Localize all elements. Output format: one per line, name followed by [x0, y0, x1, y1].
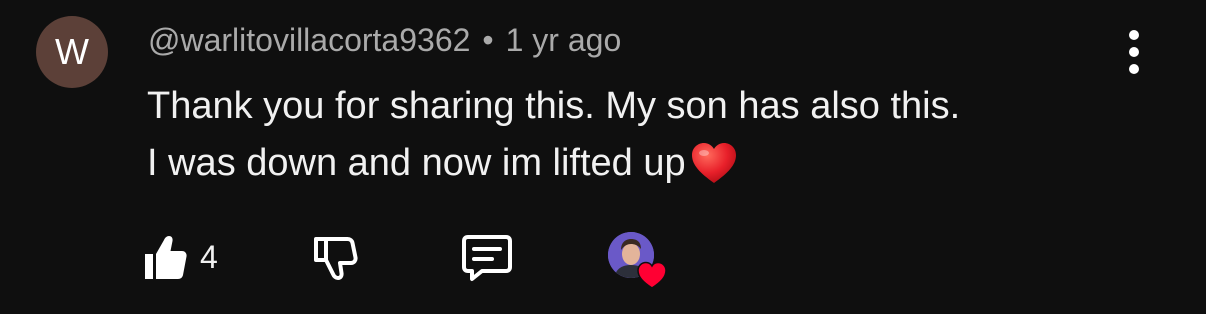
timestamp[interactable]: 1 yr ago [506, 22, 622, 58]
thumbs-down-icon [314, 237, 358, 280]
comment-text-line-1: Thank you for sharing this. My son has a… [147, 85, 961, 127]
more-vertical-icon[interactable] [1116, 30, 1152, 74]
reply-button[interactable] [460, 232, 514, 282]
comment-icon [462, 235, 512, 281]
menu-dot [1129, 64, 1139, 74]
comment-text: Thank you for sharing this. My son has a… [147, 78, 960, 192]
comment-text-line-2-text: I was down and now im lifted up [147, 142, 686, 184]
like-count: 4 [200, 238, 218, 275]
comment-text-line-2: I was down and now im lifted up [147, 135, 960, 192]
avatar-letter: W [55, 31, 89, 72]
separator-dot: • [482, 22, 494, 58]
menu-dot [1129, 47, 1139, 57]
dislike-button[interactable] [312, 232, 358, 282]
like-button[interactable]: 4 [142, 232, 218, 282]
author-name[interactable]: @warlitovillacorta9362 [148, 22, 470, 58]
comment-thread: W @warlitovillacorta9362 • 1 yr ago Thank … [0, 0, 1206, 314]
menu-dot [1129, 30, 1139, 40]
comment-header: @warlitovillacorta9362 • 1 yr ago [148, 18, 621, 62]
heart-icon [637, 261, 667, 289]
avatar[interactable]: W [36, 16, 108, 88]
red-heart-emoji-icon [691, 143, 736, 183]
thumbs-up-icon [145, 236, 187, 279]
creator-heart[interactable] [608, 232, 672, 292]
